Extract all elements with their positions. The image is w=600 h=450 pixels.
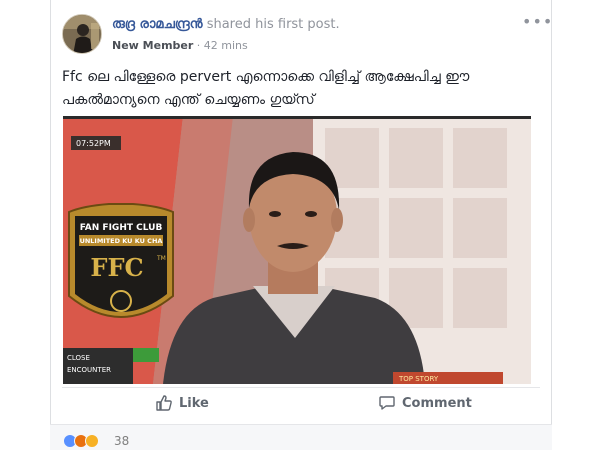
tv-timestamp: 07:52PM (76, 139, 111, 148)
more-options-icon[interactable]: ••• (522, 14, 552, 32)
ticker-left: CLOSE (67, 354, 90, 362)
reaction-icons[interactable] (63, 434, 99, 448)
like-button[interactable]: Like (155, 389, 209, 417)
reaction-count[interactable]: 38 (114, 434, 129, 448)
post-text-line-1: Ffc ലെ പിള്ളേരെ pervert എന്നൊക്കെ വിളിച്… (62, 69, 470, 85)
like-label: Like (179, 395, 209, 411)
ticker-left-2: ENCOUNTER (67, 366, 111, 374)
reactions-bar: 38 (50, 424, 552, 450)
member-badge: New Member (112, 39, 194, 52)
tv-screenshot: 07:52PM FAN FIGHT CLUB UNLIMITED KU KU C… (63, 116, 531, 384)
comment-icon (379, 396, 395, 410)
thumbs-up-icon (156, 395, 172, 411)
post-header: രുദ്ര രാമചന്ദ്രൻ shared his first post. … (62, 14, 552, 60)
post-text-line-2: പകൽമാന്യനെ എന്ത് ചെയ്യണം ഗുയ്സ് (62, 92, 315, 108)
post-action-text: shared his first post. (206, 17, 340, 32)
logo-letters: FFC (90, 253, 143, 282)
action-bar: Like Comment (62, 389, 540, 417)
logo-subtitle: UNLIMITED KU KU CHA (80, 237, 163, 245)
ticker-right: TOP STORY (398, 375, 439, 383)
comment-label: Comment (402, 395, 472, 411)
divider-top (62, 387, 540, 388)
haha-reaction-icon (85, 434, 99, 448)
logo-title: FAN FIGHT CLUB (80, 223, 163, 233)
logo-trademark: TM (156, 255, 166, 262)
post-image[interactable]: 07:52PM FAN FIGHT CLUB UNLIMITED KU KU C… (63, 116, 531, 384)
comment-button[interactable]: Comment (378, 389, 472, 417)
post-text: Ffc ലെ പിള്ളേരെ pervert എന്നൊക്കെ വിളിച്… (62, 66, 542, 112)
post-time[interactable]: 42 mins (204, 39, 248, 52)
avatar[interactable] (62, 14, 102, 54)
meta-separator: · (196, 39, 201, 52)
header-title-line: രുദ്ര രാമചന്ദ്രൻ shared his first post. (112, 17, 340, 32)
post-meta: New Member · 42 mins (112, 39, 248, 52)
author-name[interactable]: രുദ്ര രാമചന്ദ്രൻ (112, 17, 203, 32)
